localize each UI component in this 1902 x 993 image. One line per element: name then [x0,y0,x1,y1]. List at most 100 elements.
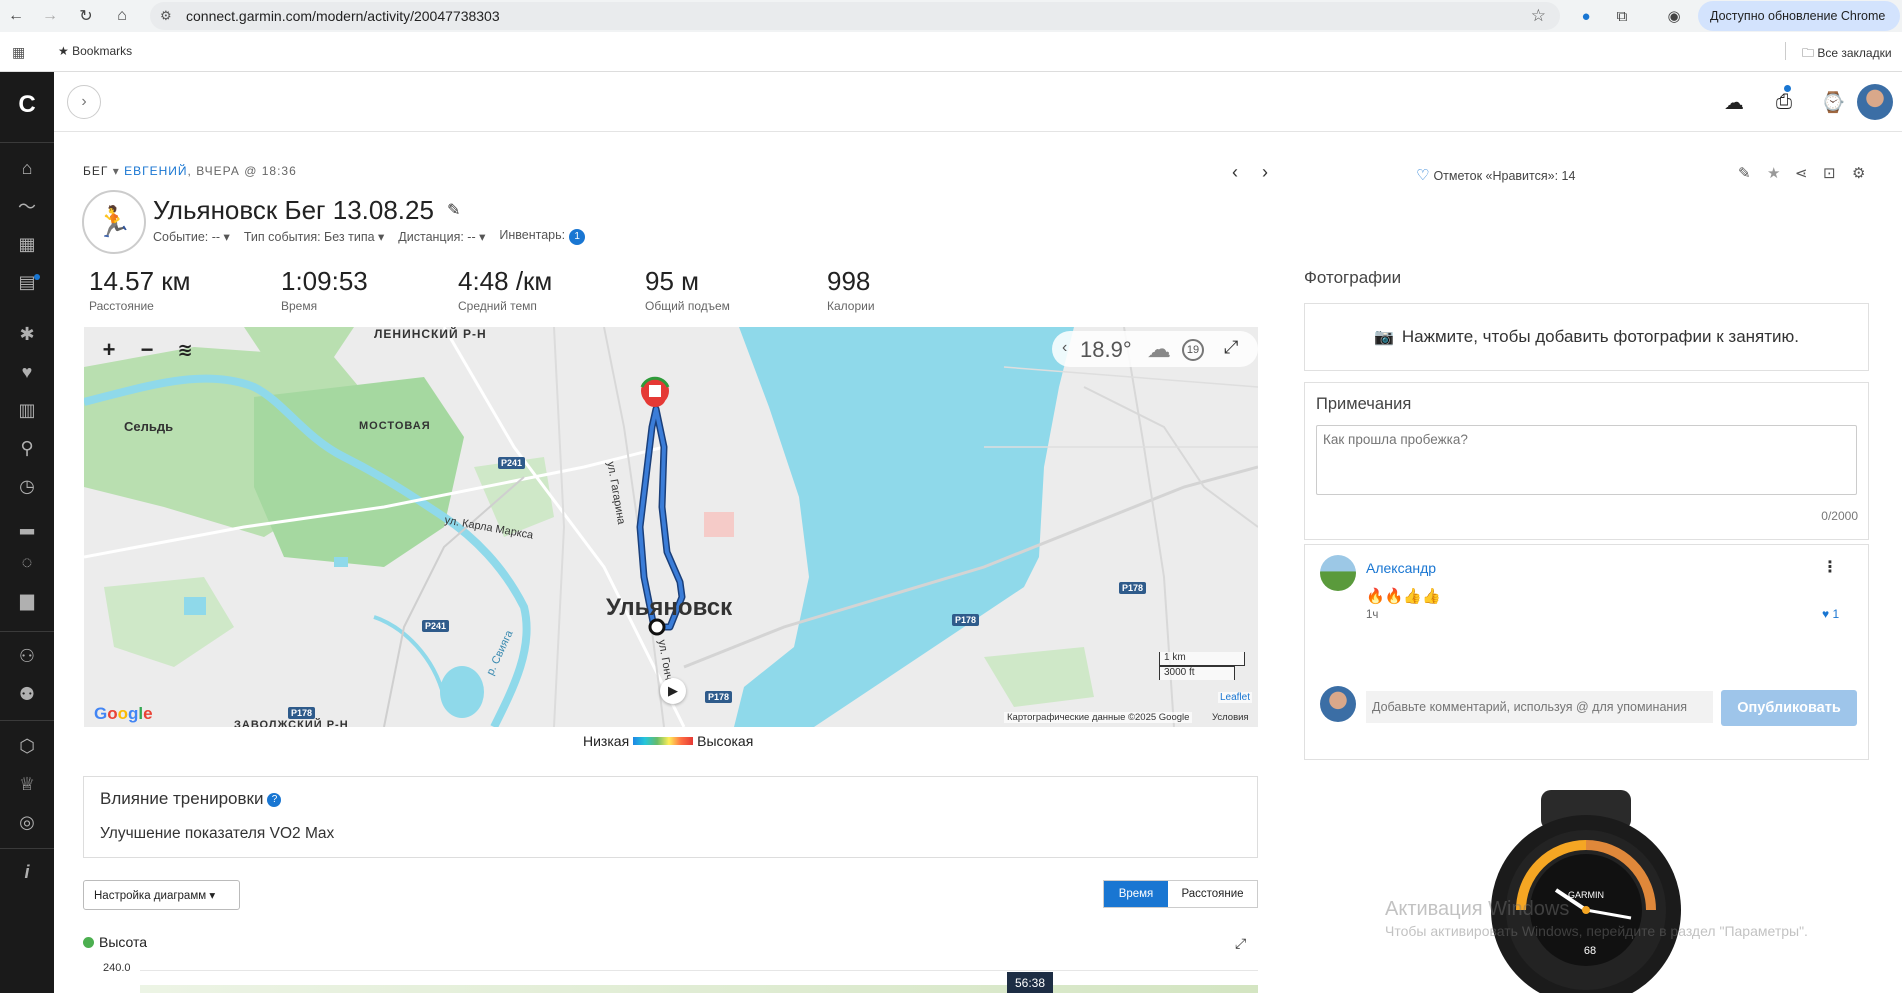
back-icon[interactable]: ← [4,4,28,28]
stat-distance: 14.57 км Расстояние [89,266,191,313]
badges-nav-icon[interactable]: ⬡ [0,732,54,760]
user-avatar[interactable] [1857,84,1893,120]
comment-text: 🔥🔥👍👍 [1366,588,1441,605]
distance-axis-button[interactable]: Расстояние [1168,881,1257,907]
groups-nav-icon[interactable]: ⚉ [0,680,54,708]
help-question-icon[interactable]: ? [267,792,282,807]
connections-nav-icon[interactable]: ⚇ [0,642,54,670]
fitness-nav-icon[interactable]: ✱ [0,320,54,348]
map-label-district: ЛЕНИНСКИЙ Р-Н [374,327,487,341]
training-effect-title: Влияние тренировки? [100,789,282,809]
profile-icon[interactable]: ◉ [1662,4,1686,28]
share-icon[interactable]: ⋖ [1795,164,1808,182]
info-nav-icon[interactable]: i [0,858,54,886]
activity-time: ВЧЕРА @ 18:36 [196,164,297,178]
weather-temperature: 18.9° [1080,337,1132,362]
zoom-in-button[interactable]: + [94,335,124,365]
address-bar[interactable]: ⚙ connect.garmin.com/modern/activity/200… [150,2,1560,30]
distance-dropdown[interactable]: Дистанция: -- ▾ [398,229,485,244]
likes-counter[interactable]: ♡ Отметок «Нравится»: 14 [1416,166,1575,184]
altitude-label: Высота [99,934,148,950]
map-legend: Низкая Высокая [583,733,753,749]
home-icon[interactable]: ⌂ [110,4,134,28]
layers-icon[interactable]: ≋ [170,335,200,365]
watch-ad-image[interactable]: GARMIN 68 [1486,790,1686,993]
stat-label: Общий подъем [645,299,730,313]
challenges-trophy-icon[interactable]: ♕ [0,770,54,798]
leaflet-link[interactable]: Leaflet [1217,692,1252,703]
bookmark-star-icon[interactable]: ☆ [1531,6,1546,26]
running-nav-icon[interactable]: ⚲ [0,434,54,462]
bookmarks-item[interactable]: ★ Bookmarks [58,44,132,58]
site-info-icon[interactable]: ⚙ [160,8,172,24]
apps-grid-icon[interactable]: ▦ [12,44,25,61]
extension-g-icon[interactable]: ● [1574,4,1598,28]
reload-icon[interactable]: ↻ [74,4,98,28]
activities-nav-icon[interactable]: 〜 [0,192,54,220]
road-tag: P178 [288,707,316,719]
stopwatch-nav-icon[interactable]: ◷ [0,472,54,500]
health-nav-icon[interactable]: ♥ [0,358,54,386]
courses-nav-icon[interactable]: ◎ [0,808,54,836]
add-photos-button[interactable]: 📷 Нажмите, чтобы добавить фотографии к з… [1304,303,1869,371]
settings-gear-icon[interactable]: ⚙ [1852,164,1865,182]
comment-more-icon[interactable]: ⋮ [1822,557,1838,577]
comment-like[interactable]: ♥ 1 [1822,607,1839,621]
heart-outline-icon: ♡ [1416,167,1430,184]
stat-value: 4:48 /км [458,266,553,296]
map-label-mostovaya: МОСТОВАЯ [359,420,431,432]
map-scale: 1 km 3000 ft [1159,652,1245,680]
stats-nav-icon[interactable]: ▥ [0,396,54,424]
zoom-out-button[interactable]: − [132,335,162,365]
privacy-lock-icon[interactable]: ⊡ [1823,164,1836,182]
home-nav-icon[interactable]: ⌂ [0,154,54,182]
all-bookmarks-item[interactable]: 🗀 Все закладки [1802,44,1892,65]
notes-panel: Примечания 0/2000 [1304,382,1869,540]
comment-like-count: 1 [1832,607,1840,621]
forward-icon[interactable]: → [38,4,62,28]
event-dropdown[interactable]: Событие: -- ▾ [153,229,230,244]
edit-pencil-icon[interactable]: ✎ [1738,164,1751,182]
comment-input[interactable] [1366,691,1713,723]
inbox-icon[interactable]: ⎙ [1770,88,1798,116]
fullscreen-icon[interactable]: ⤢ [1224,337,1238,358]
chrome-update-button[interactable]: Доступно обновление Chrome [1698,1,1900,31]
insights-bulb-icon[interactable]: ◌ [0,548,54,576]
next-activity-icon[interactable]: › [1262,162,1268,183]
expand-sidebar-button[interactable]: › [67,85,101,119]
calendar-nav-icon[interactable]: ▦ [0,230,54,258]
notes-char-count: 0/2000 [1821,509,1858,523]
activity-map[interactable]: + − ≋ ЛЕНИНСКИЙ Р-Н Сельдь МОСТОВАЯ ул. … [84,327,1258,727]
my-avatar [1320,686,1356,722]
chevron-left-icon[interactable]: ‹ [1062,339,1067,357]
edit-title-pencil-icon[interactable]: ✎ [447,200,460,220]
extensions-puzzle-icon[interactable]: ⧉ [1610,4,1634,28]
news-nav-icon[interactable]: ▤ [0,268,54,296]
chart-settings-dropdown[interactable]: Настройка диаграмм ▾ [83,880,240,910]
weather-widget[interactable]: ‹ 18.9° ☁ 19 ⤢ [1052,331,1258,367]
training-effect-card: Влияние тренировки? Улучшение показателя… [83,776,1258,858]
device-watch-icon[interactable]: ⌚ [1819,88,1847,116]
notes-textarea[interactable] [1316,425,1857,495]
time-axis-button[interactable]: Время [1104,881,1168,907]
play-route-button[interactable]: ▶ [660,678,686,704]
commenter-avatar[interactable] [1320,555,1356,591]
expand-chart-icon[interactable]: ⤢ [1235,935,1246,952]
road-tag: P178 [1119,582,1147,594]
altitude-area [140,985,1258,993]
reports-nav-icon[interactable]: ▆ [0,586,54,614]
publish-button[interactable]: Опубликовать [1721,690,1857,726]
favorite-star-icon[interactable]: ★ [1767,164,1780,182]
commenter-name[interactable]: Александр [1366,560,1436,576]
gear-link[interactable]: Инвентарь: 1 [499,228,586,245]
gear-shoe-nav-icon[interactable]: ▂ [0,510,54,538]
upload-cloud-icon[interactable]: ☁ [1720,88,1748,116]
activity-type-dropdown[interactable]: БЕГ [83,164,108,178]
distance-label: Дистанция: -- [398,230,476,244]
event-type-dropdown[interactable]: Тип события: Без типа ▾ [244,229,384,244]
map-terms-link[interactable]: Условия [1212,712,1249,723]
garmin-connect-logo-icon[interactable]: C [10,88,44,122]
previous-activity-icon[interactable]: ‹ [1232,162,1238,183]
activity-user-link[interactable]: ЕВГЕНИЙ [124,164,187,178]
map-attribution: Картографические данные ©2025 Google [1004,712,1193,723]
